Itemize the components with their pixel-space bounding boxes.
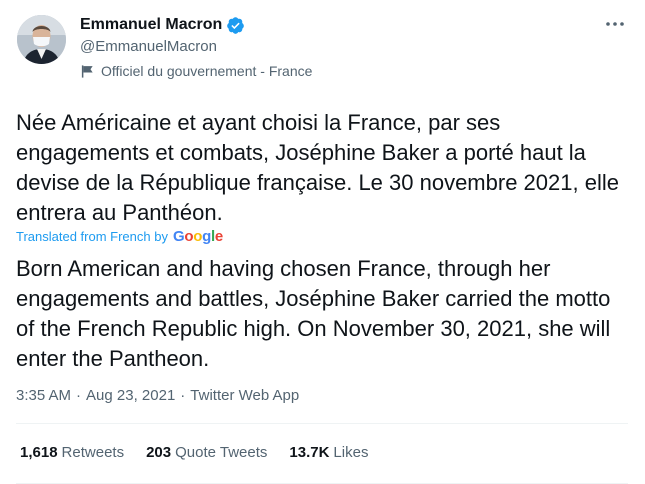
flag-icon	[81, 64, 93, 78]
tweet-stats: 1,618 Retweets 203 Quote Tweets 13.7K Li…	[20, 444, 390, 461]
translation-attribution[interactable]: Translated from French by Google	[16, 227, 223, 245]
verified-badge-icon	[227, 16, 245, 34]
likes-label: Likes	[333, 444, 369, 461]
retweets-stat[interactable]: 1,618 Retweets	[20, 444, 124, 461]
government-label-text: Officiel du gouvernement - France	[101, 63, 313, 79]
tweet-translated-text: Born American and having chosen France, …	[16, 256, 611, 371]
tweet-time[interactable]: 3:35 AM	[16, 387, 71, 404]
more-options-button[interactable]	[601, 14, 629, 34]
avatar[interactable]	[17, 15, 66, 64]
author-name-row: Emmanuel Macron	[80, 15, 245, 35]
tweet-source[interactable]: Twitter Web App	[190, 387, 299, 404]
quote-tweets-label: Quote Tweets	[175, 444, 268, 461]
meta-separator: ·	[180, 387, 186, 404]
retweets-label: Retweets	[61, 444, 125, 461]
tweet-date[interactable]: Aug 23, 2021	[86, 387, 175, 404]
tweet-meta: 3:35 AM · Aug 23, 2021 · Twitter Web App	[16, 387, 299, 404]
translated-from-text: Translated from French by	[16, 228, 168, 244]
quote-tweets-stat[interactable]: 203 Quote Tweets	[146, 444, 267, 461]
likes-stat[interactable]: 13.7K Likes	[289, 444, 368, 461]
google-logo: Google	[172, 227, 223, 245]
retweets-count: 1,618	[20, 444, 58, 461]
quote-tweets-count: 203	[146, 444, 172, 461]
divider	[16, 423, 628, 424]
likes-count: 13.7K	[289, 444, 330, 461]
tweet-original-text: Née Américaine et ayant choisi la France…	[16, 110, 619, 225]
author-handle[interactable]: @EmmanuelMacron	[80, 38, 217, 55]
government-label: Officiel du gouvernement - France	[80, 63, 312, 79]
tweet-card: Emmanuel Macron @EmmanuelMacron Officiel…	[0, 0, 645, 484]
more-horizontal-icon	[606, 22, 624, 26]
author-display-name[interactable]: Emmanuel Macron	[80, 16, 222, 34]
meta-separator: ·	[76, 387, 82, 404]
